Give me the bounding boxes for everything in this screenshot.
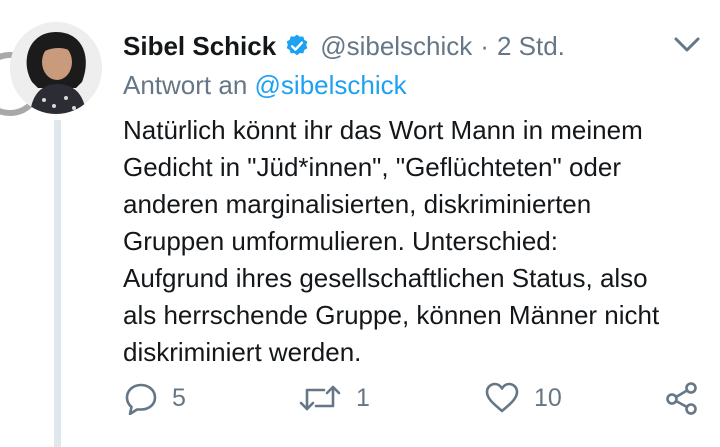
timestamp[interactable]: 2 Std. (497, 31, 565, 62)
verified-badge-icon (284, 33, 310, 59)
avatar[interactable] (10, 22, 102, 114)
retweet-icon (299, 385, 341, 411)
reply-bubble-icon (125, 383, 157, 415)
share-button[interactable] (664, 380, 700, 416)
reply-button[interactable]: 5 (124, 380, 186, 416)
thread-line (54, 120, 61, 447)
avatar-image (10, 22, 102, 114)
like-button[interactable]: 10 (484, 380, 562, 416)
author-name[interactable]: Sibel Schick (123, 31, 276, 62)
reply-mention-link[interactable]: @sibelschick (255, 70, 407, 100)
share-icon (666, 382, 697, 415)
separator-dot: · (480, 30, 489, 61)
like-count: 10 (534, 383, 562, 412)
heart-icon (485, 382, 519, 413)
retweet-button[interactable]: 1 (298, 380, 370, 416)
reply-prefix: Antwort an (123, 70, 248, 100)
author-handle[interactable]: @sibelschick (320, 31, 472, 62)
reply-context: Antwort an @sibelschick (123, 70, 407, 101)
tweet-header: Sibel Schick @sibelschick · 2 Std. (123, 28, 565, 64)
retweet-count: 1 (356, 383, 370, 412)
tweet-text: Natürlich könnt ihr das Wort Mann in mei… (123, 115, 660, 367)
chevron-down-icon[interactable] (670, 30, 704, 60)
reply-count: 5 (172, 383, 186, 412)
